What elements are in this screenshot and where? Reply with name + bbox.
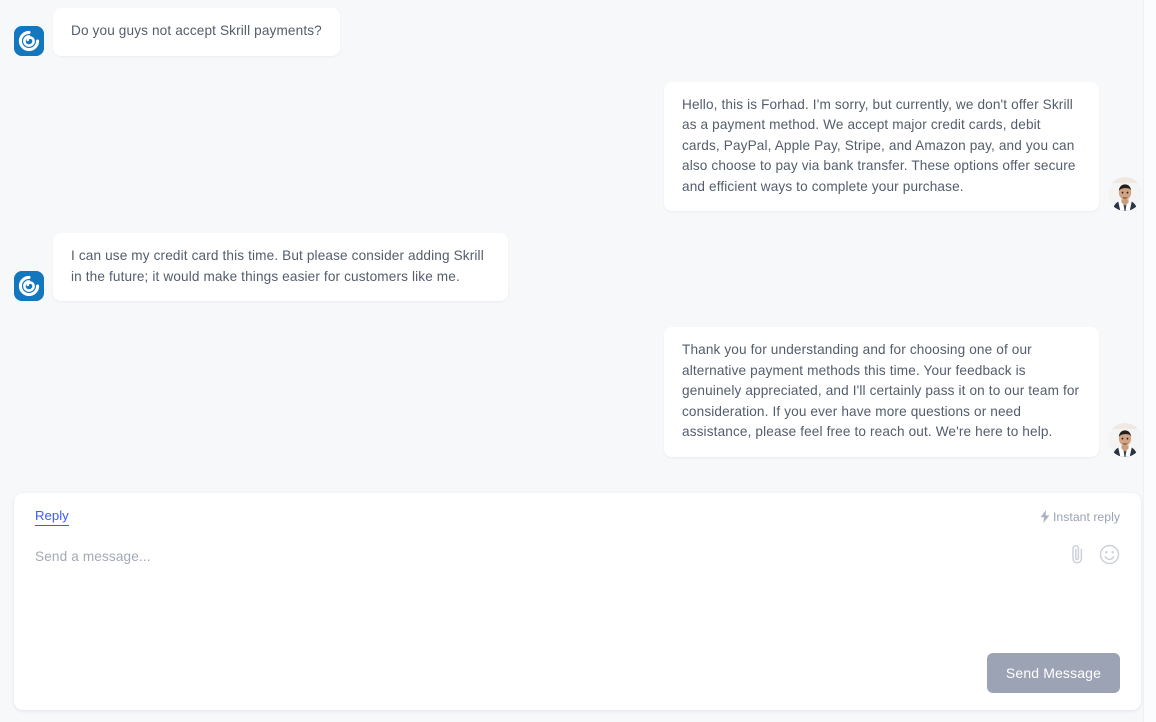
chat-conversation-app: Do you guys not accept Skrill payments? … (0, 0, 1156, 722)
thread-spacer (0, 305, 1156, 327)
composer-tools (1070, 544, 1120, 565)
agent-avatar-illustration (1108, 422, 1142, 457)
message-row-outbound: Hello, this is Forhad. I'm sorry, but cu… (0, 81, 1156, 211)
message-bubble: I can use my credit card this time. But … (53, 233, 508, 301)
composer-body: Send a message... (35, 527, 1120, 646)
thread-spacer (0, 215, 1156, 233)
customer-logo-avatar (14, 25, 44, 56)
customer-logo-avatar (14, 271, 44, 301)
paperclip-icon[interactable] (1070, 544, 1085, 565)
smiley-face-icon[interactable] (1099, 544, 1120, 565)
composer-footer: Send Message (35, 646, 1120, 710)
lightning-bolt-icon (1040, 510, 1050, 523)
customer-logo-glyph (14, 271, 44, 301)
composer-tabs: Reply (35, 508, 69, 526)
message-row-outbound: Thank you for understanding and for choo… (0, 327, 1156, 457)
customer-logo-glyph (14, 25, 44, 56)
tab-reply[interactable]: Reply (35, 508, 69, 526)
agent-avatar-photo (1108, 177, 1142, 211)
send-message-button[interactable]: Send Message (986, 653, 1120, 693)
agent-photo-avatar (1108, 177, 1142, 211)
right-edge-rail (1143, 0, 1156, 722)
agent-photo-avatar (1108, 422, 1142, 457)
message-bubble: Do you guys not accept Skrill payments? (53, 8, 340, 56)
instant-reply-button[interactable]: Instant reply (1040, 510, 1120, 524)
instant-reply-label: Instant reply (1053, 509, 1120, 524)
message-bubble: Hello, this is Forhad. I'm sorry, but cu… (664, 81, 1099, 211)
agent-avatar-illustration (1108, 177, 1142, 211)
message-composer: Reply Instant reply Send a message... Se… (14, 493, 1141, 710)
composer-header: Reply Instant reply (35, 493, 1120, 527)
message-row-inbound: Do you guys not accept Skrill payments? (0, 8, 1156, 56)
thread-spacer (0, 60, 1156, 82)
agent-avatar-photo (1108, 422, 1142, 457)
message-row-inbound: I can use my credit card this time. But … (0, 233, 1156, 301)
message-input[interactable]: Send a message... (35, 547, 1015, 567)
message-bubble: Thank you for understanding and for choo… (664, 327, 1099, 457)
conversation-thread[interactable]: Do you guys not accept Skrill payments? … (0, 0, 1156, 488)
composer-card: Reply Instant reply Send a message... Se… (14, 493, 1141, 710)
